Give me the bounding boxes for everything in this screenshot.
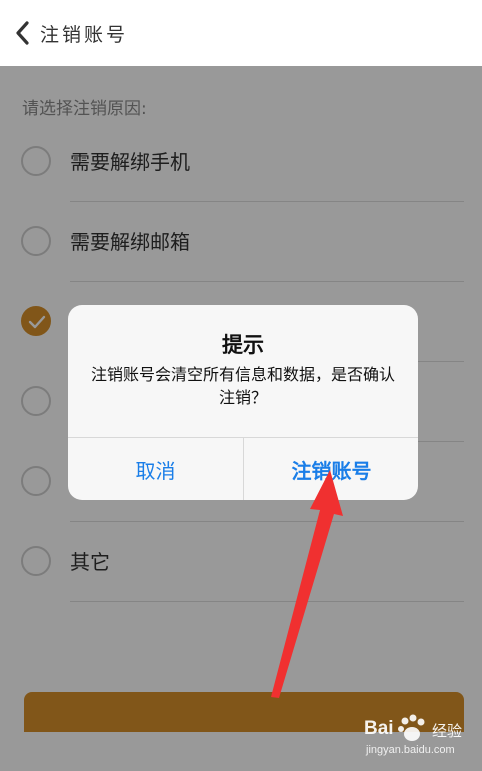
page-title: 注销账号	[40, 24, 129, 46]
watermark: Bai 经验 jingyan.baidu.com	[360, 714, 480, 766]
watermark-url: jingyan.baidu.com	[366, 744, 455, 756]
cancel-button[interactable]: 取消	[68, 438, 243, 500]
back-button[interactable]	[10, 18, 34, 48]
top-bar: 注销账号	[0, 0, 482, 66]
paw-logo-icon	[398, 714, 425, 741]
dialog-message: 注销账号会清空所有信息和数据，是否确认注销？	[90, 365, 395, 407]
chevron-left-icon	[16, 21, 29, 45]
watermark-suffix: 经验	[432, 722, 463, 740]
watermark-brand: Bai	[364, 718, 394, 739]
dialog-title: 提示	[222, 333, 264, 357]
confirm-cancel-account-button[interactable]: 注销账号	[244, 438, 418, 500]
confirm-dialog: 提示 注销账号会清空所有信息和数据，是否确认注销？ 取消 注销账号	[68, 305, 418, 500]
